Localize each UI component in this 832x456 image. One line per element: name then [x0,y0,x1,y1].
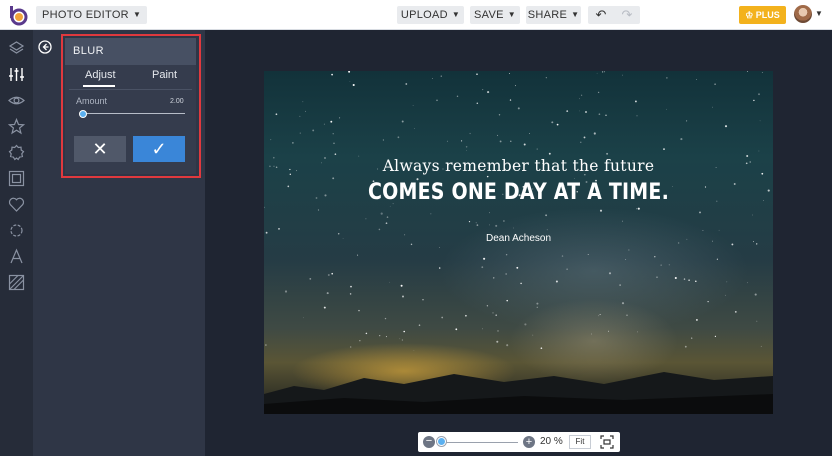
upload-button[interactable]: UPLOAD ▼ [397,6,464,24]
eye-icon[interactable] [8,92,25,109]
share-button[interactable]: SHARE ▼ [526,6,581,24]
zoom-out-icon[interactable]: − [423,436,435,448]
caret-down-icon: ▼ [571,10,580,19]
undo-redo-group: ↶ ↷ [588,6,640,24]
quote-line-1: Always remember that the future [382,157,655,175]
text-icon[interactable] [8,248,25,265]
app-logo-icon[interactable] [6,4,28,26]
caret-down-icon: ▼ [132,10,142,19]
mountains-image [264,372,773,414]
crown-icon: ♔ [745,10,754,20]
save-button[interactable]: SAVE ▼ [470,6,520,24]
plus-upgrade-button[interactable]: ♔ PLUS [739,6,786,24]
top-bar: PHOTO EDITOR ▼ UPLOAD ▼ SAVE ▼ SHARE ▼ ↶ ↷ ♔… [0,0,832,30]
highlight-box [61,34,201,178]
zoom-percent: 20 % [540,436,563,447]
redo-icon[interactable]: ↷ [614,6,640,24]
back-icon[interactable] [38,40,52,54]
zoom-slider-thumb[interactable] [437,437,446,446]
photo-editor-menu[interactable]: PHOTO EDITOR ▼ [36,6,148,24]
share-label: SHARE [527,9,568,21]
quote-line-2: COMES ONE DAY AT A TIME. [367,179,670,205]
zoom-bar: − + 20 % Fit [418,432,620,452]
photo-editor-label: PHOTO EDITOR [42,9,129,21]
zoom-slider[interactable] [440,442,518,443]
save-label: SAVE [474,9,504,21]
caret-down-icon: ▼ [451,10,461,19]
upload-label: UPLOAD [400,9,448,21]
avatar-caret-icon[interactable]: ▼ [815,9,823,18]
layers-icon[interactable] [8,40,25,57]
badge-icon[interactable] [8,144,25,161]
avatar[interactable] [794,5,812,23]
undo-icon[interactable]: ↶ [588,6,614,24]
zoom-in-icon[interactable]: + [523,436,535,448]
quote-author: Dean Acheson [485,233,552,244]
caret-down-icon: ▼ [507,10,516,19]
fit-button[interactable]: Fit [569,435,591,449]
sliders-icon[interactable] [8,66,25,83]
frame-icon[interactable] [8,170,25,187]
gear-icon[interactable] [8,222,25,239]
plus-label: PLUS [755,10,780,20]
heart-icon[interactable] [8,196,25,213]
texture-icon[interactable] [8,274,25,291]
tool-rail [0,30,33,456]
star-icon[interactable] [7,117,26,135]
fullscreen-icon[interactable] [600,435,614,449]
photo-canvas[interactable]: Always remember that the future COMES ON… [264,71,773,414]
